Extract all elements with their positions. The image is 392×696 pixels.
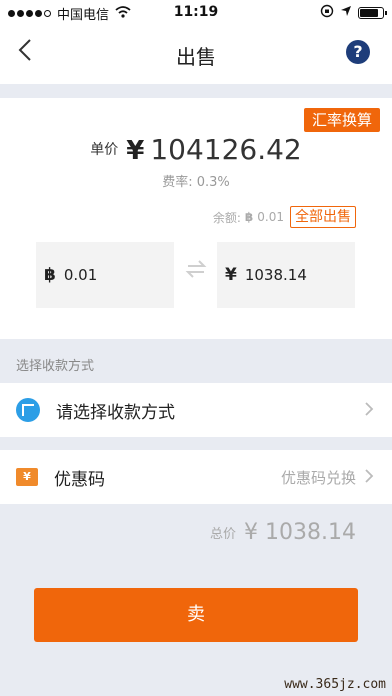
coupon-hint: 优惠码兑换 (280, 468, 356, 487)
cny-amount-input[interactable]: ¥ 1038.14 (217, 242, 355, 308)
location-icon (340, 5, 352, 21)
coupon-row[interactable]: ¥ 优惠码 优惠码兑换 (0, 450, 392, 504)
bitcoin-icon: ฿ (244, 210, 254, 224)
fee-rate: 费率: 0.3% (162, 175, 230, 190)
balance-label: 余额: (212, 210, 241, 225)
sell-all-button[interactable]: 全部出售 (290, 206, 356, 228)
price-row: 单价 ¥104126.42 (0, 133, 392, 166)
status-right (320, 4, 387, 22)
chevron-right-icon (364, 398, 374, 422)
balance-value: 0.01 (257, 210, 284, 224)
chevron-right-icon (364, 465, 374, 489)
payment-arrow-icon (16, 398, 40, 422)
swap-icon (183, 258, 209, 288)
status-bar: 中国电信 11:19 (0, 0, 392, 26)
page-title: 出售 (176, 45, 216, 69)
payment-method-label: 请选择收款方式 (56, 402, 175, 423)
help-button[interactable]: ? (346, 40, 370, 64)
btc-amount-input[interactable]: ฿ 0.01 (36, 242, 174, 308)
coupon-icon: ¥ (16, 468, 38, 486)
balance-row: 余额: ฿ 0.01 全部出售 (213, 206, 356, 228)
payment-method-row[interactable]: 请选择收款方式 (0, 383, 392, 437)
total-value: ¥ 1038.14 (244, 520, 356, 545)
price-value: 104126.42 (150, 133, 302, 166)
payment-section-header: 选择收款方式 (16, 359, 95, 374)
orientation-lock-icon (320, 4, 334, 22)
coupon-label: 优惠码 (54, 469, 105, 490)
sell-card: 汇率换算 单价 ¥104126.42 费率: 0.3% 余额: ฿ 0.01 全部… (0, 98, 392, 339)
price-currency: ¥ (126, 136, 145, 166)
cny-amount-value: 1038.14 (244, 266, 307, 284)
battery-icon (358, 7, 387, 19)
watermark: www.365jz.com (284, 677, 386, 692)
total-label: 总价 (210, 527, 237, 542)
bitcoin-icon: ฿ (44, 265, 56, 285)
question-icon: ? (353, 42, 363, 61)
total-row: 总价 ¥ 1038.14 (210, 520, 356, 545)
nav-bar: 出售 ? (0, 26, 392, 84)
yen-icon: ¥ (225, 265, 237, 285)
rate-conversion-button[interactable]: 汇率换算 (303, 108, 380, 132)
btc-amount-value: 0.01 (63, 266, 98, 284)
sell-button[interactable]: 卖 (34, 588, 358, 642)
price-label: 单价 (90, 142, 119, 158)
